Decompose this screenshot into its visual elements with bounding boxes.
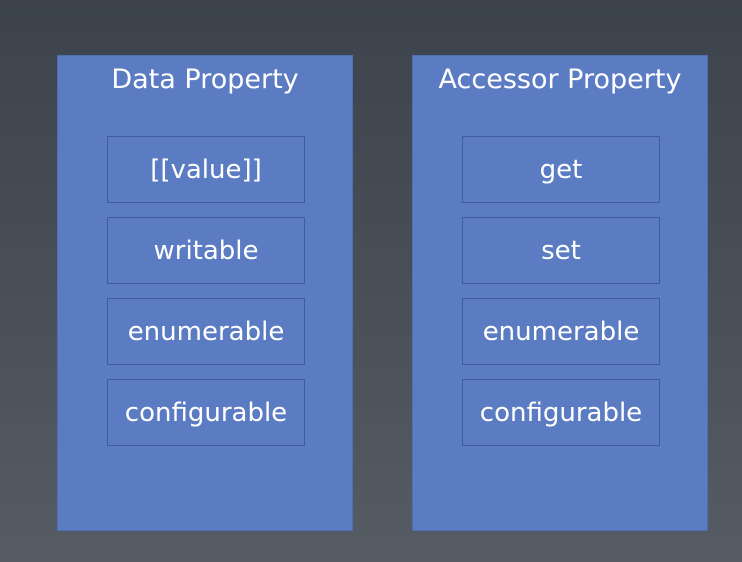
attribute-value-box: [[value]]	[107, 136, 305, 203]
attribute-writable-box: writable	[107, 217, 305, 284]
data-property-panel: Data Property [[value]] writable enumera…	[57, 55, 353, 531]
attribute-enumerable-box: enumerable	[107, 298, 305, 365]
data-property-title: Data Property	[111, 64, 299, 95]
attribute-set-box: set	[462, 217, 660, 284]
attribute-configurable-box: configurable	[462, 379, 660, 446]
attribute-configurable-box: configurable	[107, 379, 305, 446]
accessor-property-panel: Accessor Property get set enumerable con…	[412, 55, 708, 531]
attribute-get-box: get	[462, 136, 660, 203]
accessor-property-title: Accessor Property	[438, 64, 682, 95]
attribute-enumerable-box: enumerable	[462, 298, 660, 365]
